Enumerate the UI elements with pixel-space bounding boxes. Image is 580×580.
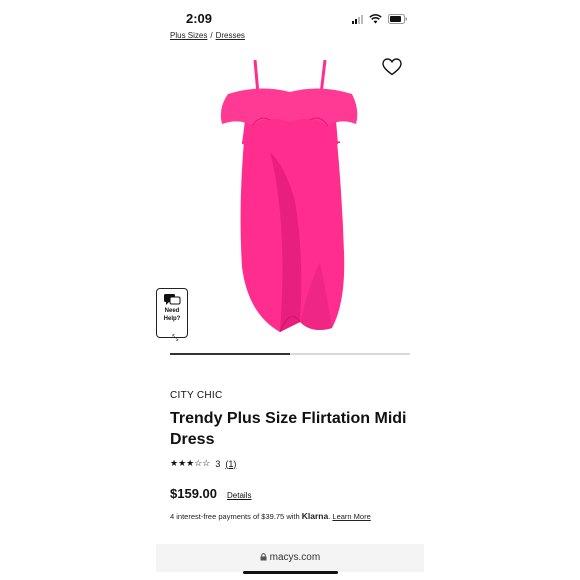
- installment-suffix: .: [328, 512, 331, 521]
- breadcrumb-dresses[interactable]: Dresses: [216, 31, 245, 40]
- chat-icon: [163, 293, 181, 307]
- rating-stars: ★★★☆☆: [170, 458, 211, 468]
- product-brand[interactable]: CITY CHIC: [170, 390, 223, 401]
- product-rating[interactable]: ★★★☆☆ 3 (1): [170, 458, 236, 469]
- breadcrumb-plus-sizes[interactable]: Plus Sizes: [170, 31, 207, 40]
- review-count-link[interactable]: (1): [225, 459, 236, 469]
- product-price: $159.00: [170, 486, 217, 501]
- breadcrumb: Plus Sizes / Dresses: [170, 31, 245, 40]
- installment-text: 4 interest-free payments of $39.75 with: [170, 512, 300, 521]
- expand-icon[interactable]: ⤡: [172, 333, 178, 343]
- price-details-link[interactable]: Details: [227, 491, 251, 500]
- image-carousel-progress[interactable]: [170, 353, 410, 355]
- status-time: 2:09: [186, 11, 213, 26]
- klarna-logo: Klarna: [301, 511, 329, 521]
- product-image[interactable]: [200, 52, 380, 342]
- need-help-line2: Help?: [163, 316, 181, 322]
- need-help-button[interactable]: Need Help?: [156, 288, 188, 338]
- carousel-progress-fill: [170, 353, 290, 355]
- url-text: macys.com: [269, 552, 321, 563]
- wifi-icon: [369, 14, 382, 24]
- rating-count: 3: [215, 458, 221, 469]
- cellular-signal-icon: [352, 14, 363, 24]
- product-title: Trendy Plus Size Flirtation Midi Dress: [170, 410, 407, 448]
- browser-url-bar[interactable]: macys.com: [156, 544, 424, 572]
- need-help-line1: Need: [164, 308, 180, 314]
- lock-icon: [260, 552, 270, 563]
- breadcrumb-separator: /: [210, 31, 213, 40]
- price-row: $159.00 Details: [170, 486, 251, 501]
- learn-more-link[interactable]: Learn More: [332, 512, 370, 521]
- heart-icon[interactable]: [382, 58, 402, 76]
- home-indicator[interactable]: [243, 571, 338, 574]
- status-bar: 2:09: [0, 8, 580, 30]
- battery-icon: [388, 14, 408, 24]
- status-icons: [352, 14, 408, 24]
- klarna-installments: 4 interest-free payments of $39.75 with …: [170, 511, 371, 521]
